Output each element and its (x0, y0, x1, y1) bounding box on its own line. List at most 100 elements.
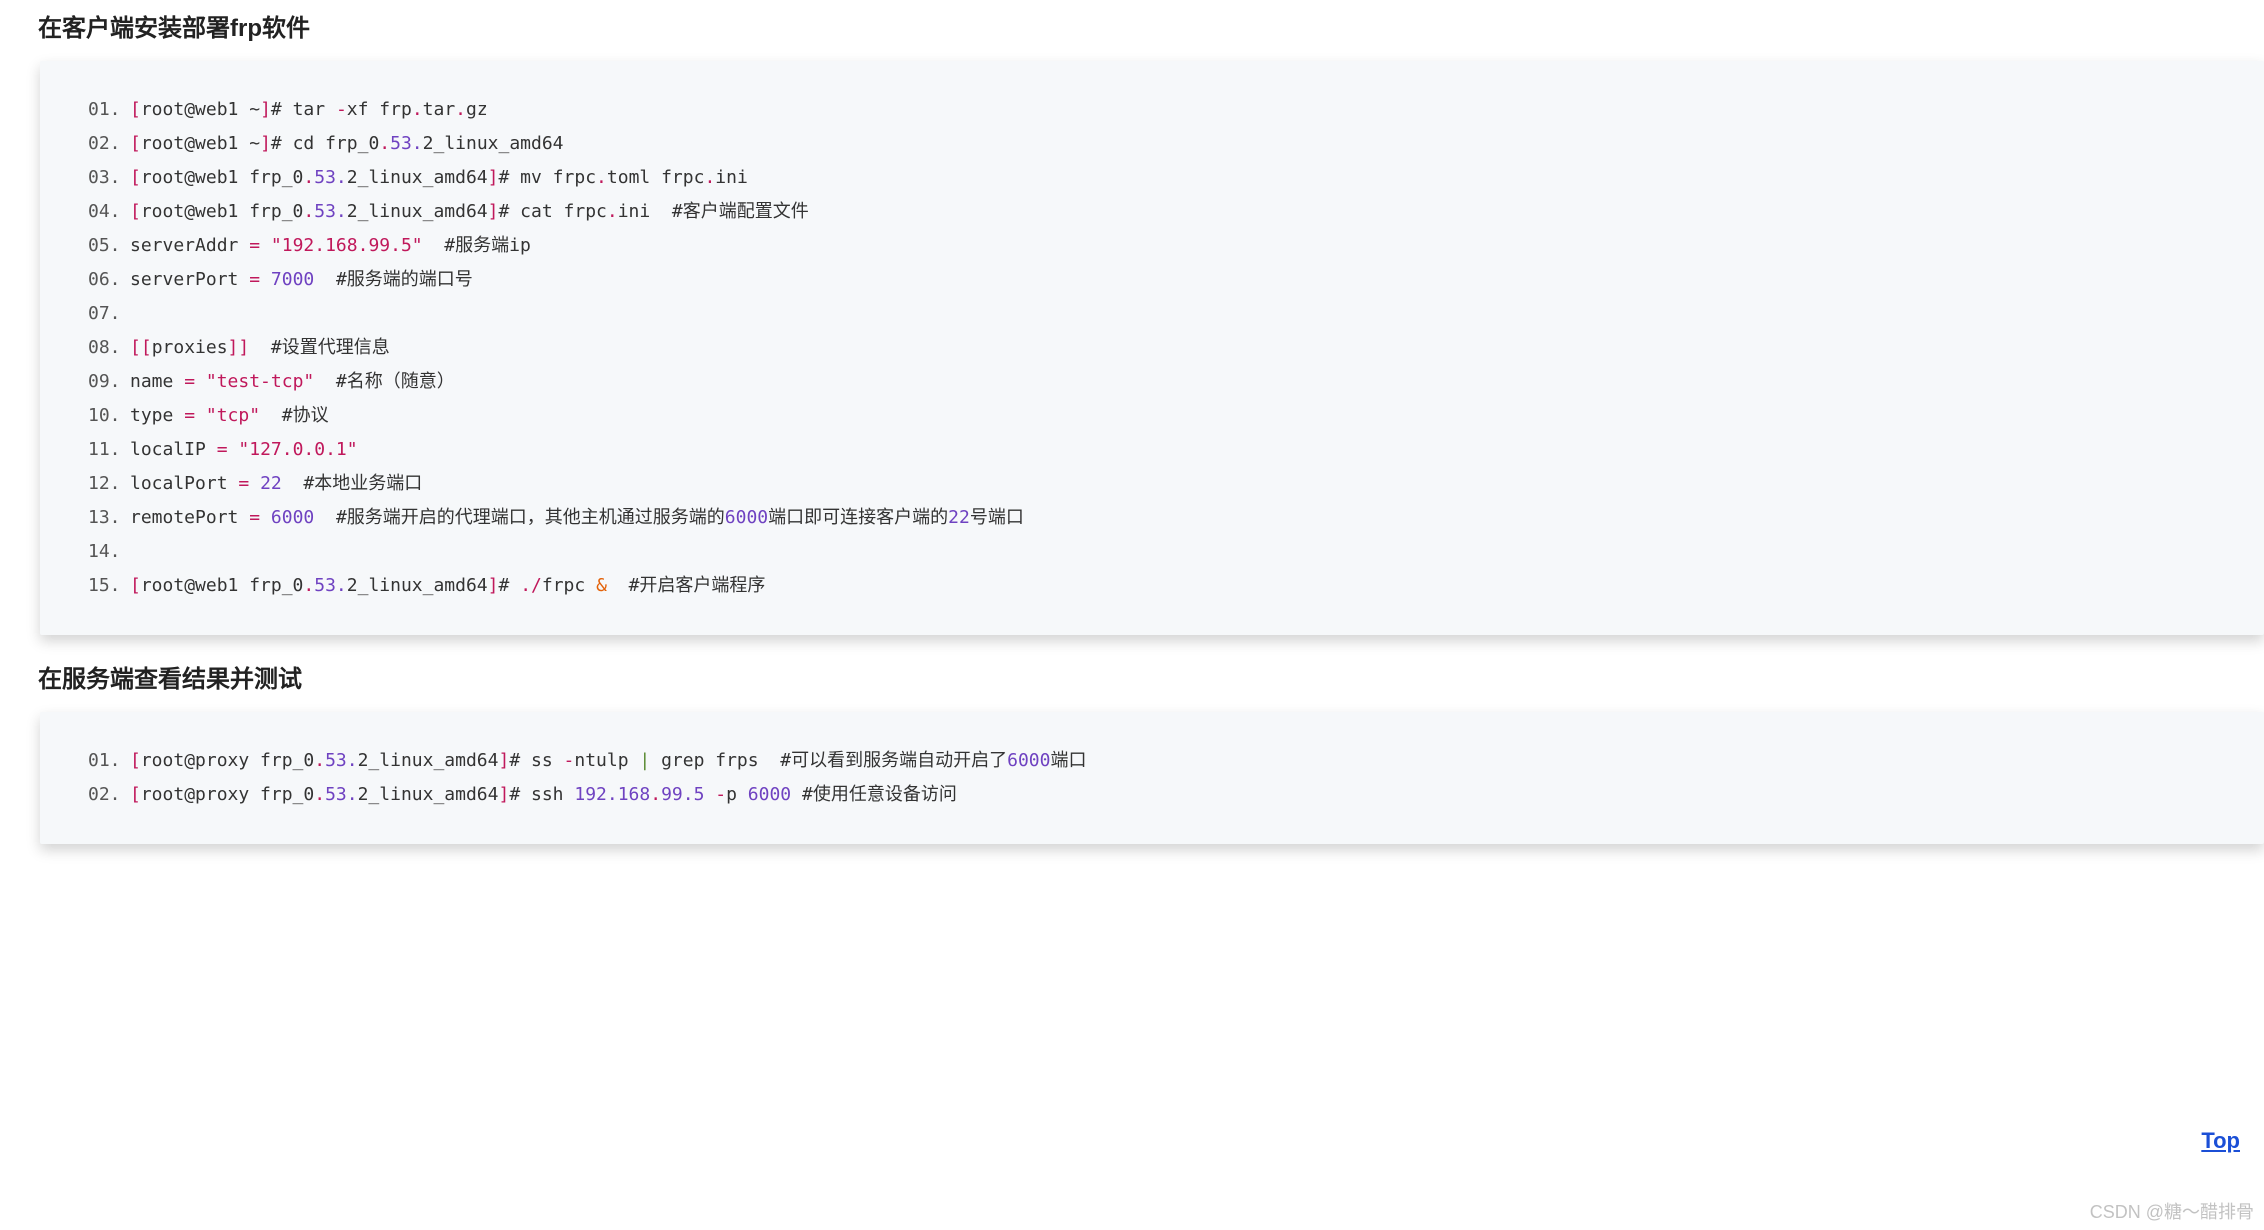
line-number: 12. (70, 467, 130, 501)
code-token: tar (423, 99, 456, 120)
code-token: xf frp (347, 99, 412, 120)
code-token: toml frpc (607, 167, 705, 188)
code-token: localIP (130, 439, 217, 460)
line-number: 13. (70, 501, 130, 535)
code-token: name (130, 371, 184, 392)
code-token: #服务端的端口号 (314, 269, 473, 290)
code-token: ] (488, 575, 499, 596)
code-token: "test-tcp" (206, 371, 314, 392)
code-token: 53. (325, 784, 358, 805)
code-token: | (639, 750, 650, 771)
code-token: ] (488, 201, 499, 222)
code-token: . (650, 784, 661, 805)
code-line: 04.[root@web1 frp_0.53.2_linux_amd64]# c… (70, 195, 2234, 229)
code-token: 2_linux_amd64 (347, 575, 488, 596)
section-heading-2: 在服务端查看结果并测试 (38, 659, 2264, 694)
code-token (195, 405, 206, 426)
code-block-server: 01.[root@proxy frp_0.53.2_linux_amd64]# … (40, 712, 2264, 844)
line-number: 07. (70, 297, 130, 331)
csdn-watermark: CSDN @糖～醋排骨 (2090, 1198, 2254, 1224)
code-line: 13.remotePort = 6000 #服务端开启的代理端口，其他主机通过服… (70, 501, 2234, 535)
code-token: 2_linux_amd64 (347, 201, 488, 222)
code-token: 7000 (271, 269, 314, 290)
code-line: 15.[root@web1 frp_0.53.2_linux_amd64]# .… (70, 569, 2234, 603)
code-token: [ (130, 133, 141, 154)
code-token: p (726, 784, 748, 805)
code-token: = (184, 405, 195, 426)
code-token: . (303, 575, 314, 596)
code-line: 07. (70, 297, 2234, 331)
code-token: [ (130, 201, 141, 222)
code-token: #设置代理信息 (249, 337, 390, 358)
code-token: root@proxy frp_0 (141, 784, 314, 805)
code-token (249, 473, 260, 494)
code-token: 6000 (1007, 750, 1050, 771)
code-token: serverPort (130, 269, 249, 290)
line-number: 15. (70, 569, 130, 603)
section-heading-1: 在客户端安装部署frp软件 (38, 8, 2264, 43)
code-token: 53. (390, 133, 423, 154)
code-block-client: 01.[root@web1 ~]# tar -xf frp.tar.gz02.[… (40, 61, 2264, 635)
code-line: 10.type = "tcp" #协议 (70, 399, 2234, 433)
line-number: 01. (70, 93, 130, 127)
code-token: proxies (152, 337, 228, 358)
code-line: 03.[root@web1 frp_0.53.2_linux_amd64]# m… (70, 161, 2234, 195)
code-token: [ (130, 784, 141, 805)
code-token: . (455, 99, 466, 120)
code-token: 22 (260, 473, 282, 494)
code-token: #名称（随意） (314, 371, 455, 392)
code-token: 2_linux_amd64 (358, 750, 499, 771)
code-token: 端口即可连接客户端的 (768, 507, 948, 528)
code-token: . (379, 133, 390, 154)
code-line: 01.[root@web1 ~]# tar -xf frp.tar.gz (70, 93, 2234, 127)
code-token: = (249, 507, 260, 528)
code-token: 2_linux_amd64 (423, 133, 564, 154)
code-token: grep frps #可以看到服务端自动开启了 (650, 750, 1007, 771)
code-line: 11.localIP = "127.0.0.1" (70, 433, 2234, 467)
code-token: 22 (948, 507, 970, 528)
code-line: 12.localPort = 22 #本地业务端口 (70, 467, 2234, 501)
code-token: 53. (325, 750, 358, 771)
line-number: 11. (70, 433, 130, 467)
code-token: #本地业务端口 (282, 473, 423, 494)
code-token: ini #客户端配置文件 (618, 201, 809, 222)
code-token: 53. (314, 575, 347, 596)
code-token: ] (260, 133, 271, 154)
code-token: root@web1 ~ (141, 133, 260, 154)
code-token: localPort (130, 473, 238, 494)
code-token: [ (130, 750, 141, 771)
code-token: ini (715, 167, 748, 188)
code-token: . (303, 167, 314, 188)
code-token: # cat frpc (499, 201, 607, 222)
code-token: - (715, 784, 726, 805)
code-token: . (412, 99, 423, 120)
code-token: - (336, 99, 347, 120)
line-number: 03. (70, 161, 130, 195)
code-line: 02.[root@proxy frp_0.53.2_linux_amd64]# … (70, 778, 2234, 812)
code-token: 6000 (725, 507, 768, 528)
code-token: # (499, 575, 521, 596)
code-line: 14. (70, 535, 2234, 569)
line-number: 05. (70, 229, 130, 263)
code-token: = (249, 269, 260, 290)
code-line: 01.[root@proxy frp_0.53.2_linux_amd64]# … (70, 744, 2234, 778)
code-token: # ssh (509, 784, 574, 805)
code-token: = (184, 371, 195, 392)
back-to-top-link[interactable]: Top (2201, 1128, 2240, 1154)
line-number: 09. (70, 365, 130, 399)
line-number: 14. (70, 535, 130, 569)
code-token: root@web1 frp_0 (141, 167, 304, 188)
code-token: [ (130, 99, 141, 120)
code-line: 08.[[proxies]] #设置代理信息 (70, 331, 2234, 365)
code-token: - (564, 750, 575, 771)
code-token: serverAddr (130, 235, 249, 256)
code-token: 6000 (271, 507, 314, 528)
code-token: "127.0.0.1" (238, 439, 357, 460)
code-token: 2_linux_amd64 (358, 784, 499, 805)
code-token: . (314, 784, 325, 805)
code-token: #服务端开启的代理端口，其他主机通过服务端的 (314, 507, 725, 528)
code-token: ]] (228, 337, 250, 358)
code-token (260, 507, 271, 528)
code-token: [[ (130, 337, 152, 358)
code-token: ] (260, 99, 271, 120)
